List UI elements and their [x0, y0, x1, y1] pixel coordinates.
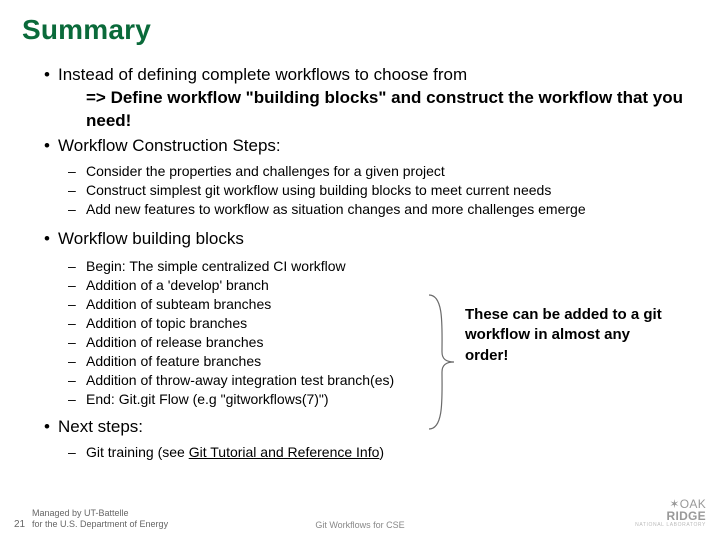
bullet-1: Instead of defining complete workflows t… [44, 64, 698, 133]
construction-steps-list: Consider the properties and challenges f… [32, 162, 698, 219]
construction-step: Construct simplest git workflow using bu… [68, 181, 698, 200]
building-block: Addition of throw-away integration test … [68, 371, 698, 390]
construction-step: Consider the properties and challenges f… [68, 162, 698, 181]
bullet-1-text: Instead of defining complete workflows t… [58, 65, 467, 84]
bullet-3: Workflow building blocks [44, 228, 698, 251]
next-steps-list: Git training (see Git Tutorial and Refer… [32, 443, 698, 462]
slide: Summary Instead of defining complete wor… [0, 0, 720, 540]
slide-title: Summary [22, 14, 698, 46]
managed-line-1: Managed by UT-Battelle [32, 508, 129, 518]
bullet-list: Instead of defining complete workflows t… [32, 64, 698, 158]
next-step-suffix: ) [379, 444, 384, 460]
oak-ridge-logo: ✶OAK RIDGE NATIONAL LABORATORY [635, 498, 706, 528]
bullet-4: Next steps: [44, 416, 698, 439]
bullet-2: Workflow Construction Steps: [44, 135, 698, 158]
building-block: Addition of a 'develop' branch [68, 276, 698, 295]
bullet-list: Next steps: [32, 416, 698, 439]
aside-note: These can be added to a git workflow in … [465, 305, 675, 366]
logo-national-laboratory: NATIONAL LABORATORY [635, 523, 706, 528]
building-block: End: Git.git Flow (e.g "gitworkflows(7)"… [68, 390, 698, 409]
bullet-list: Workflow building blocks [32, 228, 698, 251]
bullet-1-continuation: => Define workflow "building blocks" and… [86, 87, 698, 133]
next-step-prefix: Git training (see [86, 444, 189, 460]
building-block: Begin: The simple centralized CI workflo… [68, 257, 698, 276]
slide-content: Instead of defining complete workflows t… [22, 64, 698, 462]
next-step: Git training (see Git Tutorial and Refer… [68, 443, 698, 462]
footer: 21 Managed by UT-Battelle for the U.S. D… [0, 500, 720, 530]
construction-step: Add new features to workflow as situatio… [68, 200, 698, 219]
footer-center: Git Workflows for CSE [0, 520, 720, 530]
reference-link[interactable]: Git Tutorial and Reference Info [189, 444, 380, 460]
